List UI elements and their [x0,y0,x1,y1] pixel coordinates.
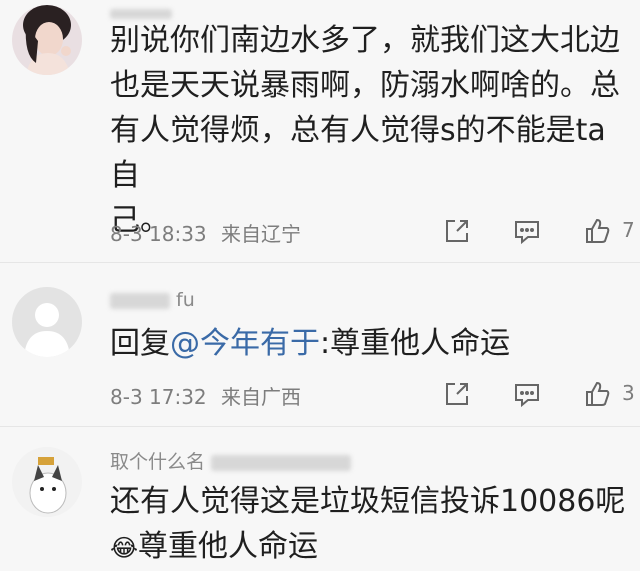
comment-text: 别说你们南边水多了，就我们这大北边 也是天天说暴雨啊，防溺水啊啥的。总 有人觉得… [110,23,620,238]
reply-text: :尊重他人命运 [320,326,511,361]
comment-button[interactable] [510,216,544,246]
like-button[interactable] [580,379,614,409]
share-button[interactable] [440,379,474,409]
laughing-emoji-icon: 😂 [110,534,139,562]
comment-icon [515,384,539,408]
comment-date: 8-3 17:32 [110,385,207,409]
comment-icon [515,221,539,245]
avatar[interactable] [12,287,82,357]
comment-text: 还有人觉得这是垃圾短信投诉10086呢 😂尊重他人命运 [110,484,626,564]
like-count: 7 [622,218,635,242]
username[interactable]: 取个什么名 [110,447,352,474]
avatar[interactable] [12,5,82,75]
comment-text: 回复@今年有于:尊重他人命运 [110,321,630,366]
avatar[interactable] [12,447,82,517]
username-suffix: fu [176,289,195,311]
comment-location: 来自广西 [221,385,302,409]
username[interactable]: fu [110,289,195,311]
comment-date: 8-3 18:33 [110,222,207,246]
comment-location: 来自辽宁 [221,222,302,246]
comment-meta: 8-3 18:33 来自辽宁 [110,218,301,247]
like-button[interactable] [580,216,614,246]
share-icon [446,383,468,405]
username-prefix: 取个什么名 [110,451,206,473]
comment-button[interactable] [510,379,544,409]
comment-item: fu 回复@今年有于:尊重他人命运 8-3 17:32 来自广西 3 [0,263,640,426]
share-icon [446,220,468,242]
thumbs-up-icon [586,218,610,243]
comment-item: 别说你们南边水多了，就我们这大北边 也是天天说暴雨啊，防溺水啊啥的。总 有人觉得… [0,0,640,262]
comment-item: 取个什么名 还有人觉得这是垃圾短信投诉10086呢 😂尊重他人命运 [0,427,640,564]
mention-link[interactable]: @今年有于 [170,326,320,361]
like-count: 3 [622,381,635,405]
comment-meta: 8-3 17:32 来自广西 [110,381,301,410]
share-button[interactable] [440,216,474,246]
thumbs-up-icon [586,381,610,406]
reply-prefix: 回复 [110,326,170,361]
